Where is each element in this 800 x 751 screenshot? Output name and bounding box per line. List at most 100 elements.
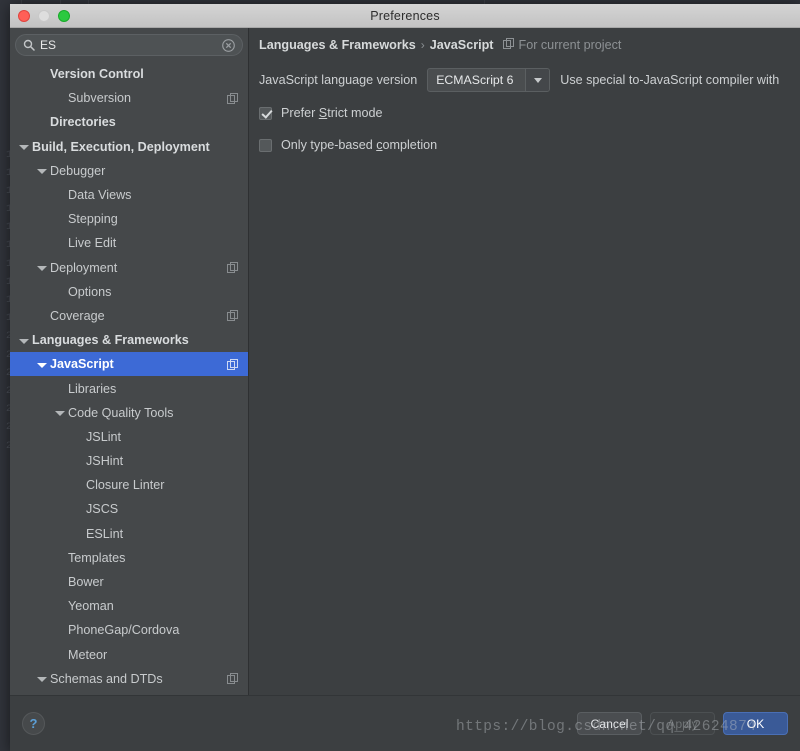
chevron-down-icon[interactable] [36, 262, 47, 273]
project-scope[interactable]: For current project [502, 38, 622, 52]
project-scope-label: For current project [518, 38, 622, 52]
sidebar-item-schemas-and-dtds[interactable]: Schemas and DTDs [10, 667, 248, 691]
chevron-down-icon[interactable] [54, 407, 65, 418]
help-icon[interactable]: ? [22, 712, 45, 735]
only-type-based-completion-label: Only type-based completion [281, 138, 437, 152]
sidebar-item-coverage[interactable]: Coverage [10, 304, 248, 328]
sidebar-item-meteor[interactable]: Meteor [10, 643, 248, 667]
only-type-based-completion-checkbox[interactable] [259, 138, 272, 152]
sidebar-item-label: Debugger [50, 163, 106, 178]
sidebar-item-build-execution-deployment[interactable]: Build, Execution, Deployment [10, 135, 248, 159]
window-title: Preferences [370, 8, 440, 23]
sidebar-item-label: Data Views [68, 188, 132, 203]
only-type-based-completion-row[interactable]: Only type-based completion [259, 138, 800, 152]
search-input[interactable] [35, 38, 222, 52]
prefer-strict-mode-row[interactable]: Prefer Strict mode [259, 106, 800, 120]
sidebar-item-jscs[interactable]: JSCS [10, 497, 248, 521]
sidebar-item-label: JSLint [86, 429, 122, 444]
sidebar-item-javascript[interactable]: JavaScript [10, 352, 248, 377]
cb-label-before: Only type-based [281, 138, 377, 152]
sidebar-item-yeoman[interactable]: Yeoman [10, 594, 248, 618]
sidebar-item-data-views[interactable]: Data Views [10, 183, 248, 207]
prefer-strict-mode-checkbox[interactable] [259, 106, 272, 120]
ok-button[interactable]: OK [723, 712, 788, 735]
sidebar-item-live-edit[interactable]: Live Edit [10, 231, 248, 255]
cb-label-before: Prefer [281, 106, 319, 120]
settings-sidebar: Version Control Subversion Directories Buil… [10, 28, 249, 695]
prefer-strict-mode-label: Prefer Strict mode [281, 106, 383, 120]
sidebar-item-label: Options [68, 284, 112, 299]
cancel-button[interactable]: Cancel [577, 712, 642, 735]
cb-mnemonic: S [318, 106, 328, 120]
sidebar-item-label: Libraries [68, 381, 117, 396]
sidebar-item-bower[interactable]: Bower [10, 570, 248, 594]
chevron-down-icon[interactable] [18, 335, 29, 346]
language-version-select[interactable]: ECMAScript 6 [427, 68, 551, 92]
breadcrumb: Languages & Frameworks › JavaScript For … [259, 38, 800, 52]
sidebar-item-templates[interactable]: Templates [10, 546, 248, 570]
sidebar-item-label: Version Control [50, 67, 144, 82]
sidebar-item-phonegap-cordova[interactable]: PhoneGap/Cordova [10, 618, 248, 642]
sidebar-item-jshint[interactable]: JSHint [10, 449, 248, 473]
sidebar-item-subversion[interactable]: Subversion [10, 86, 248, 110]
chevron-down-icon[interactable] [525, 69, 550, 91]
sidebar-item-label: Closure Linter [86, 478, 165, 493]
sidebar-item-jslint[interactable]: JSLint [10, 425, 248, 449]
project-scope-icon [227, 262, 238, 274]
sidebar-item-languages-frameworks[interactable]: Languages & Frameworks [10, 328, 248, 352]
sidebar-item-label: Stepping [68, 212, 118, 227]
sidebar-item-label: Yeoman [68, 599, 114, 614]
chevron-down-icon[interactable] [18, 141, 29, 152]
sidebar-item-label: Build, Execution, Deployment [32, 139, 210, 154]
preferences-dialog: Preferences ES Version Control Subversio… [10, 4, 800, 751]
sidebar-item-label: Bower [68, 575, 104, 590]
project-scope-icon [227, 673, 238, 685]
clear-icon[interactable] [222, 38, 235, 52]
sidebar-item-libraries[interactable]: Libraries [10, 376, 248, 400]
sidebar-item-label: Deployment [50, 260, 118, 275]
chevron-down-icon[interactable] [36, 673, 47, 684]
dialog-body: Version Control Subversion Directories Buil… [10, 28, 800, 695]
sidebar-item-code-quality-tools[interactable]: Code Quality Tools [10, 401, 248, 425]
settings-tree[interactable]: Version Control Subversion Directories Buil… [10, 60, 248, 695]
settings-detail-panel: Languages & Frameworks › JavaScript For … [249, 28, 800, 695]
sidebar-item-stepping[interactable]: Stepping [10, 207, 248, 231]
sidebar-item-eslint[interactable]: ESLint [10, 522, 248, 546]
sidebar-item-label: Coverage [50, 308, 105, 323]
sidebar-item-label: Templates [68, 550, 126, 565]
chevron-down-icon[interactable] [36, 165, 47, 176]
sidebar-item-label: Meteor [68, 647, 108, 662]
window-title-bar: Preferences [10, 4, 800, 28]
sidebar-item-deployment[interactable]: Deployment [10, 256, 248, 280]
project-scope-icon [227, 310, 238, 322]
search-box[interactable] [15, 34, 243, 56]
sidebar-item-label: PhoneGap/Cordova [68, 623, 180, 638]
sidebar-item-label: JSCS [86, 502, 119, 517]
language-version-row: JavaScript language version ECMAScript 6… [259, 68, 800, 92]
breadcrumb-parent[interactable]: Languages & Frameworks [259, 38, 416, 52]
chevron-down-icon[interactable] [36, 359, 47, 370]
sidebar-item-closure-linter[interactable]: Closure Linter [10, 473, 248, 497]
project-scope-icon [227, 358, 238, 370]
sidebar-item-directories[interactable]: Directories [10, 110, 248, 134]
sidebar-item-version-control[interactable]: Version Control [10, 62, 248, 86]
project-scope-icon [502, 38, 514, 52]
sidebar-item-options[interactable]: Options [10, 280, 248, 304]
project-scope-icon [227, 92, 238, 104]
sidebar-item-debugger[interactable]: Debugger [10, 159, 248, 183]
